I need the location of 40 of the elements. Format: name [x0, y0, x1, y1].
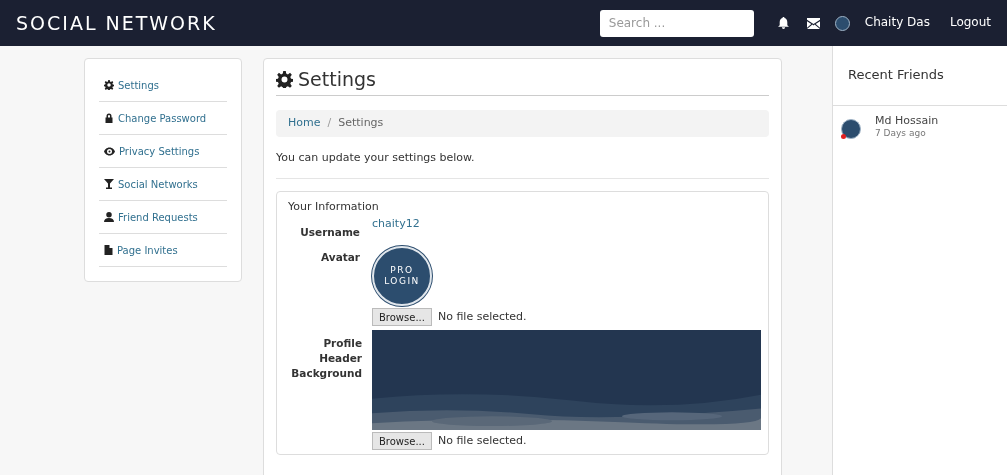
gear-icon	[276, 70, 293, 88]
breadcrumb-current: Settings	[338, 116, 384, 131]
breadcrumb-separator: /	[327, 116, 332, 131]
field-label: Profile Header Background	[290, 336, 362, 382]
field-label: Username	[300, 226, 360, 239]
panel-title: Recent Friends	[848, 67, 944, 84]
lock-icon	[104, 113, 114, 123]
avatar-icon	[841, 119, 861, 139]
intro-text: You can update your settings below.	[276, 150, 769, 179]
menu-link[interactable]: Friend Requests	[118, 210, 198, 224]
avatar-text: LOGIN	[384, 276, 420, 288]
logout-link[interactable]: Logout	[949, 15, 991, 31]
file-icon	[104, 245, 113, 255]
field-label: Avatar	[321, 251, 360, 264]
file-status-text: No file selected.	[437, 309, 527, 325]
menu-link[interactable]: Privacy Settings	[119, 144, 200, 158]
user-icon	[104, 212, 114, 222]
browse-button[interactable]: Browse...	[372, 308, 432, 327]
friend-time: 7 Days ago	[875, 128, 927, 140]
avatar-icon	[834, 15, 850, 31]
avatar-text: PRO	[390, 265, 414, 277]
search-field[interactable]: Search ...	[599, 9, 754, 37]
user-name-link[interactable]: Chaity Das	[864, 15, 930, 31]
bell-icon[interactable]	[777, 17, 789, 29]
menu-link[interactable]: Page Invites	[117, 243, 178, 257]
brand-logo[interactable]: SOCIAL NETWORK	[16, 10, 217, 36]
page-title: Settings	[298, 67, 376, 92]
username-link[interactable]: chaity12	[372, 217, 420, 243]
menu-link[interactable]: Change Password	[118, 111, 207, 125]
envelope-icon[interactable]	[806, 17, 820, 29]
eye-icon	[104, 146, 115, 156]
section-title: Your Information	[288, 200, 380, 215]
gear-icon	[104, 80, 114, 90]
menu-link[interactable]: Settings	[118, 78, 159, 92]
menu-link[interactable]: Social Networks	[118, 177, 198, 191]
friend-name-link[interactable]: Md Hossain	[875, 114, 939, 129]
breadcrumb-link[interactable]: Home	[288, 116, 321, 131]
file-status-text: No file selected.	[437, 433, 527, 449]
glass-icon	[104, 179, 114, 189]
browse-button[interactable]: Browse...	[372, 432, 432, 451]
